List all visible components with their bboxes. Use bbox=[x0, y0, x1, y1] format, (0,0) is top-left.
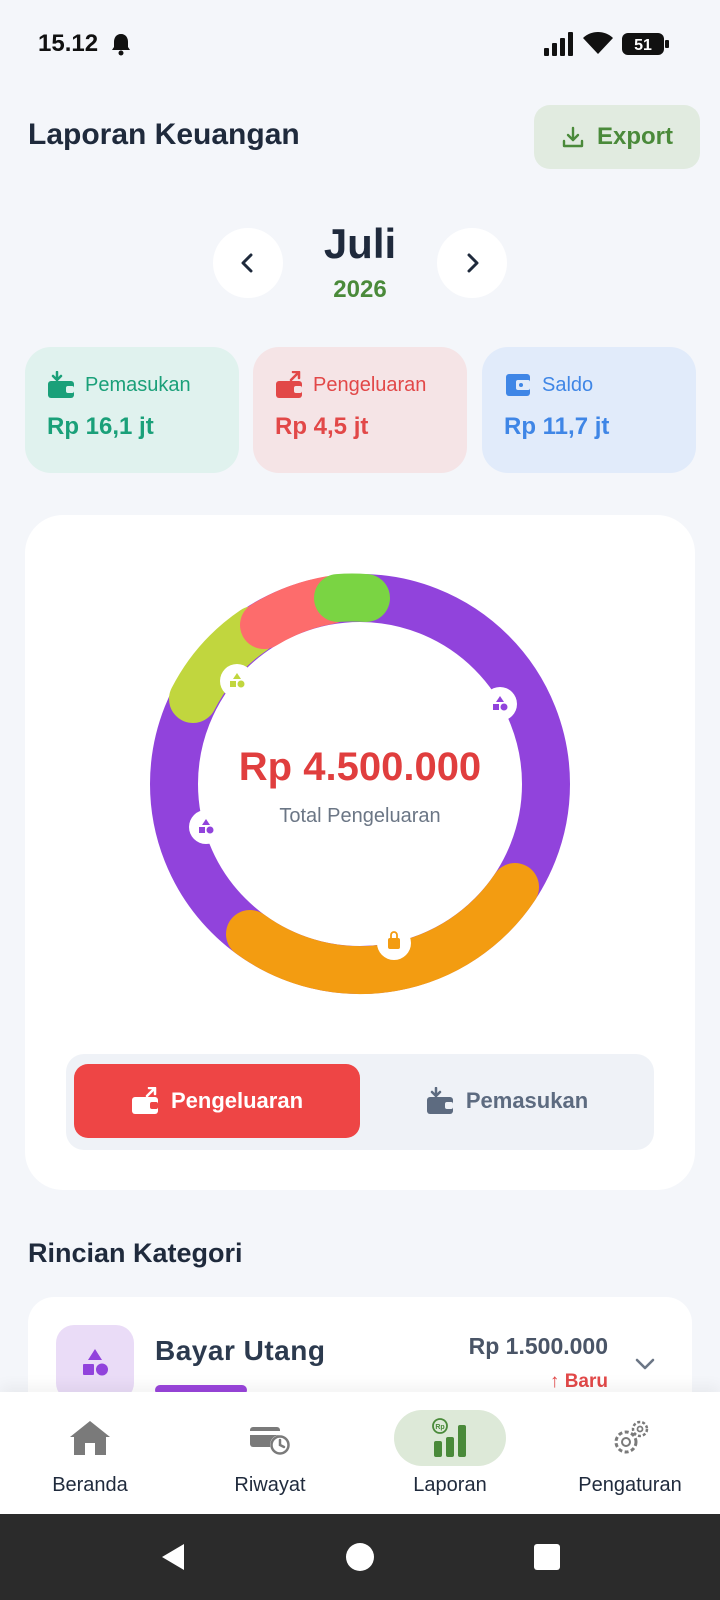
category-badge: ↑ Baru bbox=[549, 1371, 608, 1392]
chevron-right-icon bbox=[467, 253, 479, 273]
battery-level: 51 bbox=[634, 37, 652, 54]
total-expense-label: Total Pengeluaran bbox=[279, 805, 441, 827]
expense-amount: Rp 4,5 jt bbox=[275, 413, 369, 440]
balance-summary-card[interactable]: Saldo Rp 11,7 jt bbox=[482, 347, 696, 473]
income-summary-card[interactable]: Pemasukan Rp 16,1 jt bbox=[25, 347, 239, 473]
export-label: Export bbox=[596, 123, 673, 150]
download-icon bbox=[562, 126, 584, 148]
wallet-in-icon bbox=[426, 1087, 453, 1114]
home-button-icon[interactable] bbox=[345, 1542, 375, 1572]
expense-label: Pengeluaran bbox=[313, 373, 427, 396]
balance-label: Saldo bbox=[542, 373, 594, 396]
bottom-navigation: Beranda Riwayat Rp Laporan Pengaturan bbox=[0, 1392, 720, 1514]
settings-icon bbox=[614, 1420, 649, 1454]
balance-amount: Rp 11,7 jt bbox=[504, 413, 610, 440]
nav-label-pengaturan: Pengaturan bbox=[578, 1474, 682, 1496]
wifi-icon bbox=[583, 32, 613, 54]
nav-item-laporan[interactable]: Rp Laporan bbox=[360, 1392, 540, 1514]
month-selector: Juli 2026 bbox=[0, 220, 720, 310]
income-label: Pemasukan bbox=[85, 373, 191, 396]
status-bar: 15.12 51 bbox=[0, 0, 720, 90]
wallet-out-icon bbox=[131, 1087, 158, 1114]
category-amount: Rp 1.500.000 bbox=[468, 1333, 608, 1359]
nav-item-riwayat[interactable]: Riwayat bbox=[180, 1392, 360, 1514]
report-icon: Rp bbox=[432, 1418, 466, 1457]
next-month-button[interactable] bbox=[437, 228, 507, 298]
year-label: 2026 bbox=[333, 276, 387, 303]
expense-tab[interactable]: Pengeluaran bbox=[74, 1064, 360, 1138]
shapes-icon bbox=[56, 1325, 134, 1401]
battery-icon: 51 bbox=[622, 33, 669, 55]
signal-icon bbox=[544, 32, 573, 56]
system-navigation-bar bbox=[0, 1514, 720, 1600]
chevron-down-icon[interactable] bbox=[634, 1353, 656, 1375]
nav-item-beranda[interactable]: Beranda bbox=[0, 1392, 180, 1514]
recents-icon[interactable] bbox=[532, 1542, 562, 1572]
expense-summary-card[interactable]: Pengeluaran Rp 4,5 jt bbox=[253, 347, 467, 473]
category-name: Bayar Utang bbox=[155, 1335, 326, 1366]
expense-tab-label: Pengeluaran bbox=[170, 1088, 304, 1113]
income-amount: Rp 16,1 jt bbox=[47, 413, 154, 440]
total-expense-amount: Rp 4.500.000 bbox=[238, 745, 482, 789]
page-title: Laporan Keuangan bbox=[28, 118, 300, 151]
income-tab-label: Pemasukan bbox=[465, 1088, 589, 1113]
wallet-out-icon bbox=[276, 371, 302, 398]
notification-bell-icon bbox=[112, 34, 130, 56]
income-tab[interactable]: Pemasukan bbox=[366, 1064, 648, 1138]
wallet-in-icon bbox=[48, 371, 74, 398]
chevron-left-icon bbox=[241, 253, 253, 273]
status-time: 15.12 bbox=[38, 30, 99, 57]
history-icon bbox=[250, 1427, 290, 1455]
nav-label-beranda: Beranda bbox=[52, 1474, 128, 1496]
back-icon[interactable] bbox=[158, 1542, 188, 1572]
section-title: Rincian Kategori bbox=[28, 1238, 243, 1268]
type-toggle: Pengeluaran Pemasukan bbox=[66, 1054, 654, 1150]
nav-label-riwayat: Riwayat bbox=[234, 1474, 306, 1496]
export-button[interactable]: Export bbox=[534, 105, 700, 169]
svg-text:Rp: Rp bbox=[435, 1424, 444, 1431]
nav-label-laporan: Laporan bbox=[413, 1474, 487, 1496]
home-icon bbox=[70, 1421, 110, 1455]
month-label: Juli bbox=[323, 220, 397, 267]
wallet-icon bbox=[506, 374, 530, 396]
nav-item-pengaturan[interactable]: Pengaturan bbox=[540, 1392, 720, 1514]
